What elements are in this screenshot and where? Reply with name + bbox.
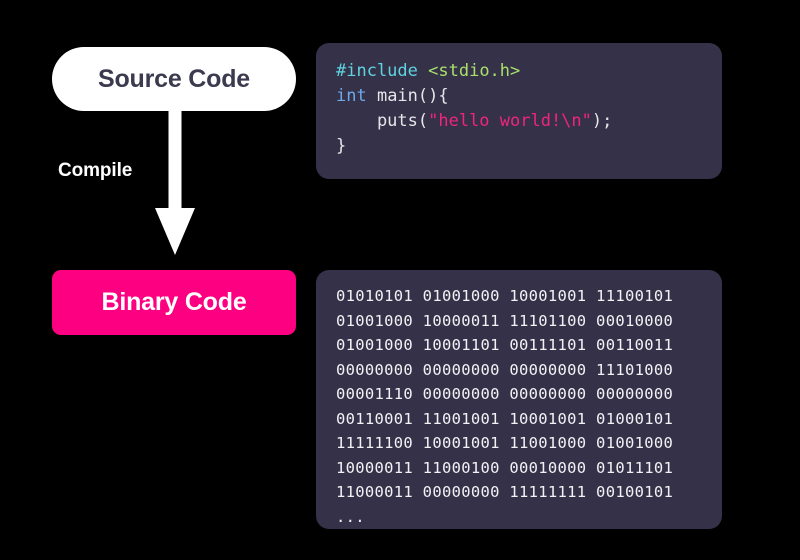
code-token-keyword: int bbox=[336, 86, 367, 106]
binary-code-line: 01010101 01001000 10001001 11100101 bbox=[336, 287, 674, 305]
code-token-string: "hello world!\n" bbox=[428, 111, 592, 131]
binary-code-line: 01001000 10000011 11101100 00010000 bbox=[336, 311, 674, 330]
code-token-plain: ); bbox=[591, 111, 613, 131]
code-token-plain: main(){ bbox=[366, 86, 449, 106]
binary-code-line: 11111100 10001001 11001000 01001000 bbox=[336, 434, 674, 452]
compile-arrow bbox=[150, 100, 200, 260]
node-binary-code[interactable]: Binary Code bbox=[52, 270, 296, 335]
binary-code-panel: 01010101 01001000 10001001 11100101 01001… bbox=[316, 270, 722, 529]
binary-code-line: 01001000 10001101 00111101 00110011 bbox=[336, 336, 674, 354]
source-code-line: int main(){ bbox=[336, 84, 702, 109]
binary-code-line: 10000011 11000100 00010000 01011101 bbox=[336, 458, 674, 477]
code-token-plain: } bbox=[336, 136, 347, 156]
diagram-canvas: Source Code Compile Binary Code #include… bbox=[0, 0, 800, 560]
source-code-line: } bbox=[336, 134, 702, 159]
binary-code-line: 00110001 11001001 10001001 01000101 bbox=[336, 409, 674, 428]
compile-arrow-glyph bbox=[155, 100, 195, 255]
code-token-preprocessor: #include bbox=[336, 61, 418, 81]
source-code-line: puts("hello world!\n"); bbox=[336, 109, 702, 134]
node-source-code[interactable]: Source Code bbox=[52, 47, 296, 111]
code-token-plain: puts( bbox=[336, 111, 429, 131]
source-code-panel: #include <stdio.h> int main(){ puts("hell… bbox=[316, 43, 722, 179]
binary-code-line: 00000000 00000000 00000000 11101000 bbox=[336, 360, 674, 379]
source-code-line: #include <stdio.h> bbox=[336, 59, 702, 84]
binary-code-line: 11000011 00000000 11111111 00100101 bbox=[336, 483, 674, 501]
edge-label-compile: Compile bbox=[58, 160, 133, 181]
node-binary-code-label: Binary Code bbox=[101, 288, 247, 316]
binary-code-text: 01010101 01001000 10001001 11100101 01001… bbox=[336, 284, 702, 529]
code-token-header: <stdio.h> bbox=[428, 61, 521, 81]
source-code-text: #include <stdio.h> int main(){ puts("hell… bbox=[336, 59, 702, 159]
node-source-code-label: Source Code bbox=[98, 64, 250, 93]
binary-code-line: ... bbox=[336, 507, 365, 526]
binary-code-line: 00001110 00000000 00000000 00000000 bbox=[336, 385, 674, 403]
